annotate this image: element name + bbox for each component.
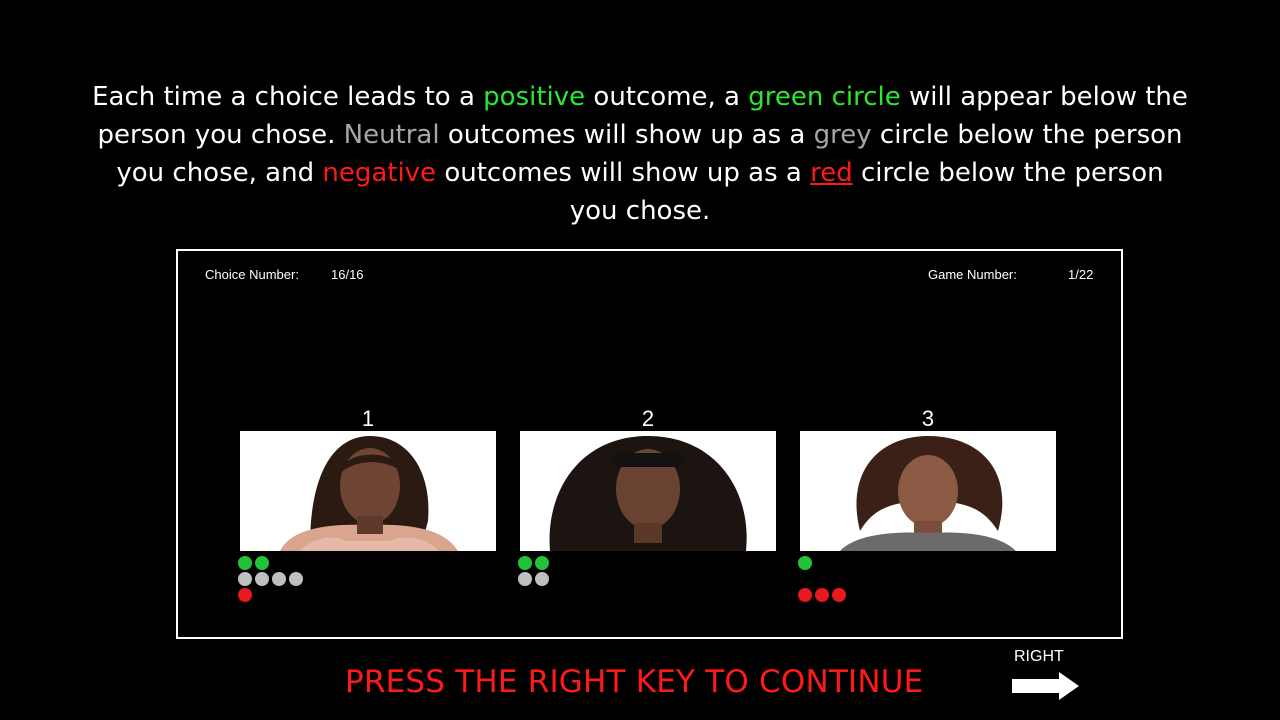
continue-prompt: PRESS THE RIGHT KEY TO CONTINUE <box>345 664 924 700</box>
negative-outcome-circle <box>798 588 812 602</box>
right-arrow-icon <box>1012 672 1079 700</box>
neutral-outcome-circle <box>518 572 532 586</box>
instructions-segment: Each time a choice leads to a <box>92 82 484 112</box>
person-portrait-icon <box>520 431 776 551</box>
person-number-3: 3 <box>921 406 935 431</box>
positive-word: positive <box>483 82 586 112</box>
negative-word: negative <box>322 158 437 188</box>
neutral-outcome-circle <box>289 572 303 586</box>
negative-outcomes-3 <box>798 588 846 602</box>
negative-outcome-circle <box>815 588 829 602</box>
positive-outcome-circle <box>518 556 532 570</box>
game-number-label: Game Number: <box>928 267 1017 282</box>
positive-outcome-circle <box>238 556 252 570</box>
negative-outcome-circle <box>238 588 252 602</box>
neutral-outcome-circle <box>255 572 269 586</box>
person-portrait-icon <box>800 431 1056 551</box>
person-photo-3[interactable] <box>800 431 1056 551</box>
instructions-segment: outcome, a <box>585 82 749 112</box>
neutral-outcomes-1 <box>238 572 303 586</box>
choice-number-value: 16/16 <box>331 267 364 282</box>
positive-outcomes-1 <box>238 556 269 570</box>
neutral-outcome-circle <box>238 572 252 586</box>
grey-word: grey <box>813 120 872 150</box>
negative-outcome-circle <box>832 588 846 602</box>
negative-outcomes-1 <box>238 588 252 602</box>
positive-outcomes-2 <box>518 556 549 570</box>
person-portrait-icon <box>240 431 496 551</box>
game-screen-example: Choice Number: 16/16 Game Number: 1/22 1… <box>176 249 1123 639</box>
instructions-segment: outcomes will show up as a <box>436 158 811 188</box>
neutral-outcome-circle <box>272 572 286 586</box>
right-key-label: RIGHT <box>1014 648 1064 665</box>
neutral-word: Neutral <box>343 120 440 150</box>
positive-outcomes-3 <box>798 556 812 570</box>
person-photo-2[interactable] <box>520 431 776 551</box>
red-word: red <box>810 158 853 188</box>
person-number-1: 1 <box>361 406 375 431</box>
positive-outcome-circle <box>798 556 812 570</box>
person-number-2: 2 <box>641 406 655 431</box>
choice-number-label: Choice Number: <box>205 267 299 282</box>
positive-outcome-circle <box>535 556 549 570</box>
green-circle-words: green circle <box>748 82 901 112</box>
instructions-text: Each time a choice leads to a positive o… <box>90 78 1190 230</box>
instructions-segment: outcomes will show up as a <box>439 120 814 150</box>
person-photo-1[interactable] <box>240 431 496 551</box>
game-number-value: 1/22 <box>1068 267 1094 282</box>
neutral-outcome-circle <box>535 572 549 586</box>
positive-outcome-circle <box>255 556 269 570</box>
neutral-outcomes-2 <box>518 572 549 586</box>
